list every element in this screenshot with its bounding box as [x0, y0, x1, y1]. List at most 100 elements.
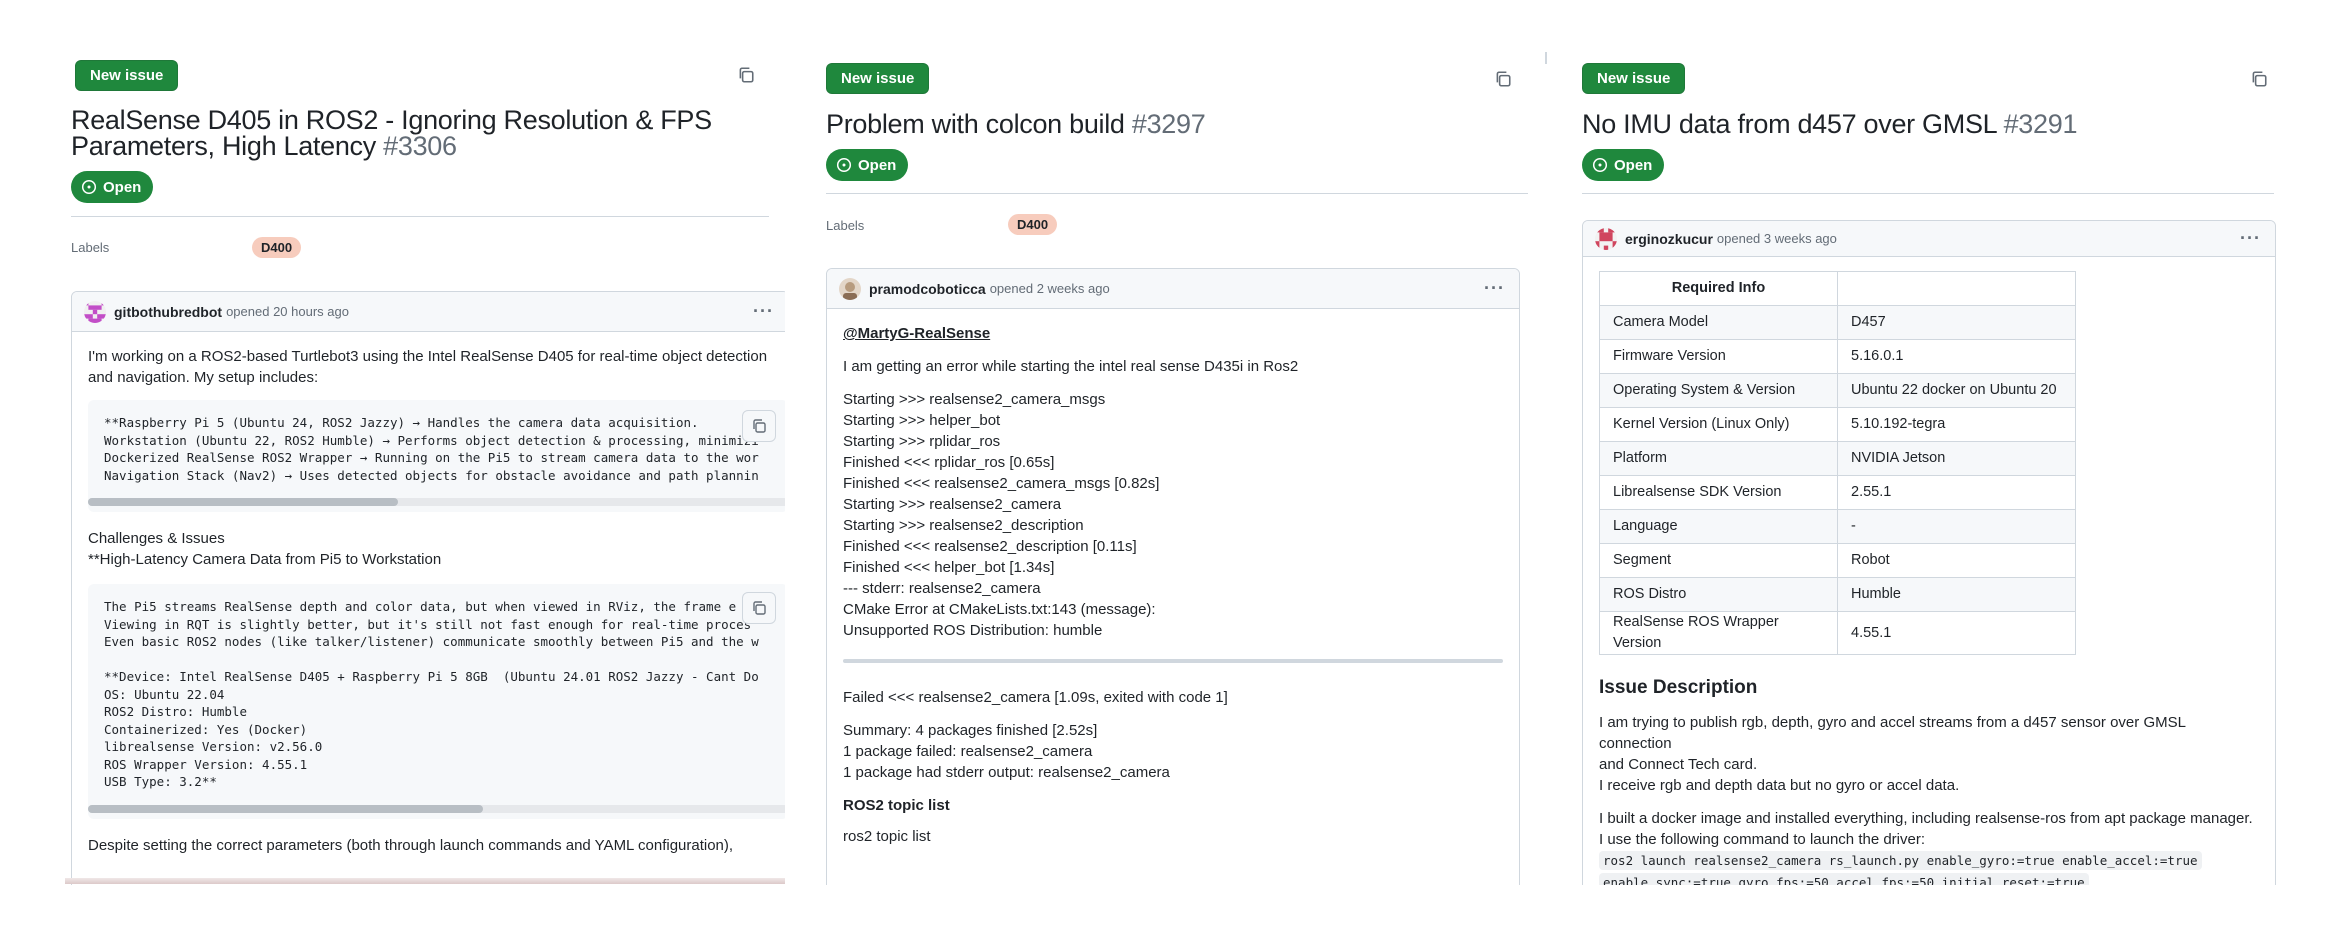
table-cell-value: 2.55.1: [1837, 475, 2076, 510]
fade-overlay: [827, 883, 1519, 885]
label-d400[interactable]: D400: [1008, 214, 1058, 235]
table-row: Kernel Version (Linux Only) 5.10.192-tegr…: [1599, 407, 2076, 442]
copy-code-button[interactable]: [742, 592, 776, 624]
table-row: Camera Model D457: [1599, 305, 2076, 340]
avatar[interactable]: [1595, 227, 1617, 250]
horizontal-scrollbar[interactable]: [88, 804, 785, 813]
comment-timestamp[interactable]: opened 2 weeks ago: [990, 281, 1110, 296]
issue-title-text: Problem with colcon build: [826, 109, 1125, 139]
log-line: Finished <<< realsense2_camera_msgs [0.8…: [843, 475, 1160, 492]
kebab-menu-icon[interactable]: ···: [1484, 278, 1505, 299]
inline-code: enable_sync:=true gyro_fps:=50 accel_fps…: [1599, 873, 2089, 885]
issue-number: #3306: [383, 131, 457, 161]
issue-comment: gitbothubredbot opened 20 hours ago ··· …: [71, 291, 785, 885]
copy-icon[interactable]: [1494, 70, 1512, 88]
log-line: Starting >>> realsense2_camera_msgs: [843, 391, 1106, 408]
table-cell-key: ROS Distro: [1599, 577, 1838, 612]
log-line: Starting >>> rplidar_ros: [843, 433, 1001, 450]
code-text: **Raspberry Pi 5 (Ubuntu 24, ROS2 Jazzy)…: [104, 415, 759, 483]
new-issue-button[interactable]: New issue: [75, 60, 179, 91]
horizontal-rule: [843, 659, 1503, 663]
horizontal-scrollbar[interactable]: [88, 498, 785, 506]
panel-bottom-bar: [65, 878, 785, 884]
summary-block: Summary: 4 packages finished [2.52s] 1 p…: [843, 720, 1503, 783]
table-row: Platform NVIDIA Jetson: [1599, 441, 2076, 476]
table-cell-key: Camera Model: [1599, 305, 1838, 340]
inline-code: ros2 launch realsense2_camera rs_launch.…: [1599, 851, 2202, 870]
comment-line: **High-Latency Camera Data from Pi5 to W…: [88, 551, 442, 568]
issue-state-badge: Open: [71, 171, 154, 203]
log-line: Starting >>> helper_bot: [843, 412, 1001, 429]
comment-timestamp[interactable]: opened 20 hours ago: [226, 304, 349, 319]
new-issue-button[interactable]: New issue: [826, 63, 930, 94]
labels-heading: Labels: [826, 218, 865, 233]
table-cell-key: Librealsense SDK Version: [1599, 475, 1838, 510]
table-cell-key: Kernel Version (Linux Only): [1599, 407, 1838, 442]
copy-code-button[interactable]: [742, 410, 776, 442]
table-cell-value: 5.10.192-tegra: [1837, 407, 2076, 442]
comment-line: I built a docker image and installed eve…: [1599, 810, 2253, 827]
issue-title: Problem with colcon build #3297: [826, 109, 1516, 139]
comment-author[interactable]: erginozkucur: [1625, 231, 1713, 247]
table-row: Librealsense SDK Version 2.55.1: [1599, 475, 2076, 510]
comment-header: pramodcoboticca opened 2 weeks ago ···: [827, 269, 1519, 309]
section-heading: Issue Description: [1599, 677, 1758, 698]
table-cell-key: RealSense ROS Wrapper Version: [1599, 611, 1838, 655]
issue-title-text: No IMU data from d457 over GMSL: [1582, 109, 1997, 139]
comment-header: gitbothubredbot opened 20 hours ago ···: [72, 292, 785, 332]
table-cell-key: Firmware Version: [1599, 339, 1838, 374]
issue-title: No IMU data from d457 over GMSL #3291: [1582, 109, 2272, 139]
issue-state-label: Open: [858, 156, 897, 174]
summary-line: Summary: 4 packages finished [2.52s]: [843, 722, 1098, 739]
issue-open-icon: [81, 179, 97, 195]
build-log: Starting >>> realsense2_camera_msgs Star…: [843, 389, 1503, 641]
avatar[interactable]: [84, 300, 106, 323]
copy-icon: [753, 601, 766, 615]
issue-title: RealSense D405 in ROS2 - Ignoring Resolu…: [71, 107, 761, 161]
comment-paragraph: I'm working on a ROS2-based Turtlebot3 u…: [88, 348, 768, 386]
copy-icon[interactable]: [737, 66, 755, 84]
code-block: **Raspberry Pi 5 (Ubuntu 24, ROS2 Jazzy)…: [88, 400, 785, 512]
new-issue-button[interactable]: New issue: [1582, 63, 1686, 94]
table-header-cell: Required Info: [1599, 271, 1838, 306]
copy-icon[interactable]: [2250, 70, 2268, 88]
label-d400[interactable]: D400: [252, 237, 302, 258]
table-cell-value: 5.16.0.1: [1837, 339, 2076, 374]
user-mention-link[interactable]: @MartyG-RealSense: [843, 325, 990, 342]
table-cell-value: 4.55.1: [1837, 611, 2076, 655]
comment-author[interactable]: pramodcoboticca: [869, 281, 986, 297]
code-block: The Pi5 streams RealSense depth and colo…: [88, 584, 785, 819]
avatar[interactable]: [839, 277, 861, 300]
comment-header: erginozkucur opened 3 weeks ago ···: [1583, 221, 2275, 257]
comment-timestamp[interactable]: opened 3 weeks ago: [1717, 231, 1837, 246]
table-cell-value: Humble: [1837, 577, 2076, 612]
scrollbar-thumb[interactable]: [88, 498, 398, 506]
comment-body: I'm working on a ROS2-based Turtlebot3 u…: [72, 332, 785, 882]
issue-comment: pramodcoboticca opened 2 weeks ago ··· @…: [826, 268, 1520, 885]
required-info-table: Required Info Camera Model D457 Firmware …: [1599, 271, 2076, 655]
kebab-menu-icon[interactable]: ···: [2240, 228, 2261, 249]
table-cell-key: Operating System & Version: [1599, 373, 1838, 408]
table-row: Language -: [1599, 509, 2076, 544]
log-line: Unsupported ROS Distribution: humble: [843, 622, 1103, 639]
table-row: Segment Robot: [1599, 543, 2076, 578]
divider: [71, 216, 769, 217]
comment-line: and Connect Tech card.: [1599, 756, 1758, 773]
comment-paragraph: ros2 topic list: [843, 828, 931, 845]
log-line: Starting >>> realsense2_description: [843, 517, 1084, 534]
summary-line: 1 package had stderr output: realsense2_…: [843, 764, 1170, 781]
log-line: CMake Error at CMakeLists.txt:143 (messa…: [843, 601, 1156, 618]
table-row: Firmware Version 5.16.0.1: [1599, 339, 2076, 374]
table-header-row: Required Info: [1599, 271, 2076, 306]
kebab-menu-icon[interactable]: ···: [753, 301, 774, 322]
comment-author[interactable]: gitbothubredbot: [114, 304, 222, 320]
comment-paragraph: I am getting an error while starting the…: [843, 358, 1299, 375]
table-cell-value: -: [1837, 509, 2076, 544]
issue-state-badge: Open: [1582, 149, 1665, 181]
table-cell-value: Robot: [1837, 543, 2076, 578]
comment-paragraph: Failed <<< realsense2_camera [1.09s, exi…: [843, 689, 1228, 706]
scrollbar-thumb[interactable]: [88, 804, 483, 813]
table-row: Operating System & Version Ubuntu 22 dock…: [1599, 373, 2076, 408]
issue-panel-3306: New issue RealSense D405 in ROS2 - Ignor…: [65, 50, 785, 885]
divider: [1582, 193, 2274, 194]
